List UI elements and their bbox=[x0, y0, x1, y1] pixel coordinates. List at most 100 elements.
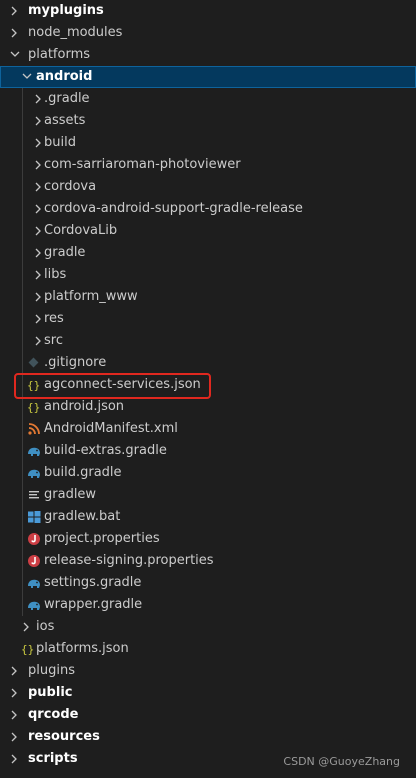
folder-item-libs[interactable]: libs bbox=[0, 264, 416, 286]
chevron-right-icon[interactable] bbox=[8, 704, 20, 726]
file-item-android-json[interactable]: {} android.json bbox=[0, 396, 416, 418]
folder-item-gradle[interactable]: gradle bbox=[0, 242, 416, 264]
java-properties-icon bbox=[26, 553, 42, 569]
folder-item-ios[interactable]: ios bbox=[0, 616, 416, 638]
red-highlight-box bbox=[14, 373, 211, 399]
java-properties-icon bbox=[26, 531, 42, 547]
indent-guide bbox=[22, 198, 23, 220]
file-item-release-signing-properties[interactable]: release-signing.properties bbox=[0, 550, 416, 572]
folder-item-res[interactable]: res bbox=[0, 308, 416, 330]
chevron-right-icon[interactable] bbox=[8, 660, 20, 682]
chevron-right-icon[interactable] bbox=[32, 88, 44, 110]
folder-item-cordova[interactable]: cordova bbox=[0, 176, 416, 198]
chevron-right-icon[interactable] bbox=[32, 330, 44, 352]
chevron-right-icon[interactable] bbox=[32, 154, 44, 176]
chevron-right-icon[interactable] bbox=[8, 726, 20, 748]
chevron-right-icon[interactable] bbox=[32, 308, 44, 330]
git-icon bbox=[26, 355, 42, 371]
chevron-right-icon[interactable] bbox=[32, 132, 44, 154]
chevron-right-icon[interactable] bbox=[32, 110, 44, 132]
folder-item-com-sarriaroman-photoviewer[interactable]: com-sarriaroman-photoviewer bbox=[0, 154, 416, 176]
folder-item-node-modules[interactable]: node_modules bbox=[0, 22, 416, 44]
folder-item-android[interactable]: android bbox=[0, 66, 416, 88]
indent-guide bbox=[22, 286, 23, 308]
chevron-right-icon[interactable] bbox=[20, 616, 32, 638]
item-label: scripts bbox=[28, 751, 78, 766]
indent-guide bbox=[22, 418, 23, 440]
item-label: wrapper.gradle bbox=[44, 597, 143, 612]
windows-icon bbox=[26, 509, 42, 525]
gradle-elephant-icon bbox=[26, 465, 42, 481]
file-item-wrapper-gradle[interactable]: wrapper.gradle bbox=[0, 594, 416, 616]
folder-item-src[interactable]: src bbox=[0, 330, 416, 352]
file-item-build-gradle[interactable]: build.gradle bbox=[0, 462, 416, 484]
indent-guide bbox=[22, 484, 23, 506]
file-item-build-extras-gradle[interactable]: build-extras.gradle bbox=[0, 440, 416, 462]
chevron-right-icon[interactable] bbox=[32, 286, 44, 308]
indent-guide bbox=[22, 352, 23, 374]
item-label: platform_www bbox=[44, 289, 138, 304]
folder-item-cordova-android-support-gradle-release[interactable]: cordova-android-support-gradle-release bbox=[0, 198, 416, 220]
indent-guide bbox=[22, 132, 23, 154]
item-label: android bbox=[36, 69, 93, 84]
indent-guide bbox=[22, 572, 23, 594]
item-label: AndroidManifest.xml bbox=[44, 421, 178, 436]
file-item-platforms-json[interactable]: {} platforms.json bbox=[0, 638, 416, 660]
chevron-right-icon[interactable] bbox=[32, 264, 44, 286]
item-label: libs bbox=[44, 267, 67, 282]
watermark: CSDN @GuoyeZhang bbox=[283, 755, 400, 768]
folder-item-public[interactable]: public bbox=[0, 682, 416, 704]
folder-item-assets[interactable]: assets bbox=[0, 110, 416, 132]
folder-item-platform-www[interactable]: platform_www bbox=[0, 286, 416, 308]
chevron-right-icon[interactable] bbox=[8, 748, 20, 770]
indent-guide bbox=[22, 176, 23, 198]
item-label: release-signing.properties bbox=[44, 553, 214, 568]
item-label: cordova bbox=[44, 179, 97, 194]
item-label: plugins bbox=[28, 663, 75, 678]
file-item-project-properties[interactable]: project.properties bbox=[0, 528, 416, 550]
json-icon: {} bbox=[20, 641, 36, 657]
indent-guide bbox=[22, 264, 23, 286]
indent-guide bbox=[22, 330, 23, 352]
indent-guide bbox=[22, 550, 23, 572]
gradle-elephant-icon bbox=[26, 575, 42, 591]
folder-item-build[interactable]: build bbox=[0, 132, 416, 154]
chevron-right-icon[interactable] bbox=[8, 22, 20, 44]
chevron-right-icon[interactable] bbox=[8, 0, 20, 22]
item-label: resources bbox=[28, 729, 100, 744]
indent-guide bbox=[22, 440, 23, 462]
indent-guide bbox=[22, 220, 23, 242]
item-label: project.properties bbox=[44, 531, 160, 546]
folder-item-resources[interactable]: resources bbox=[0, 726, 416, 748]
chevron-down-icon[interactable] bbox=[8, 44, 20, 66]
file-item-settings-gradle[interactable]: settings.gradle bbox=[0, 572, 416, 594]
chevron-right-icon[interactable] bbox=[32, 220, 44, 242]
folder-item-myplugins[interactable]: myplugins bbox=[0, 0, 416, 22]
indent-guide bbox=[22, 110, 23, 132]
item-label: build bbox=[44, 135, 76, 150]
file-item-androidmanifest-xml[interactable]: AndroidManifest.xml bbox=[0, 418, 416, 440]
chevron-down-icon[interactable] bbox=[20, 66, 32, 88]
file-item-gradlew-bat[interactable]: gradlew.bat bbox=[0, 506, 416, 528]
file-item-gitignore[interactable]: .gitignore bbox=[0, 352, 416, 374]
folder-item-platforms[interactable]: platforms bbox=[0, 44, 416, 66]
chevron-right-icon[interactable] bbox=[32, 176, 44, 198]
gradle-elephant-icon bbox=[26, 443, 42, 459]
item-label: gradle bbox=[44, 245, 86, 260]
chevron-right-icon[interactable] bbox=[8, 682, 20, 704]
folder-item-gradle[interactable]: .gradle bbox=[0, 88, 416, 110]
item-label: assets bbox=[44, 113, 86, 128]
item-label: public bbox=[28, 685, 73, 700]
svg-text:{}: {} bbox=[27, 401, 40, 414]
folder-item-cordovalib[interactable]: CordovaLib bbox=[0, 220, 416, 242]
indent-guide bbox=[22, 154, 23, 176]
item-label: CordovaLib bbox=[44, 223, 118, 238]
chevron-right-icon[interactable] bbox=[32, 198, 44, 220]
item-label: gradlew bbox=[44, 487, 97, 502]
lines-file-icon bbox=[26, 487, 42, 503]
item-label: build.gradle bbox=[44, 465, 122, 480]
chevron-right-icon[interactable] bbox=[32, 242, 44, 264]
folder-item-plugins[interactable]: plugins bbox=[0, 660, 416, 682]
file-item-gradlew[interactable]: gradlew bbox=[0, 484, 416, 506]
folder-item-qrcode[interactable]: qrcode bbox=[0, 704, 416, 726]
